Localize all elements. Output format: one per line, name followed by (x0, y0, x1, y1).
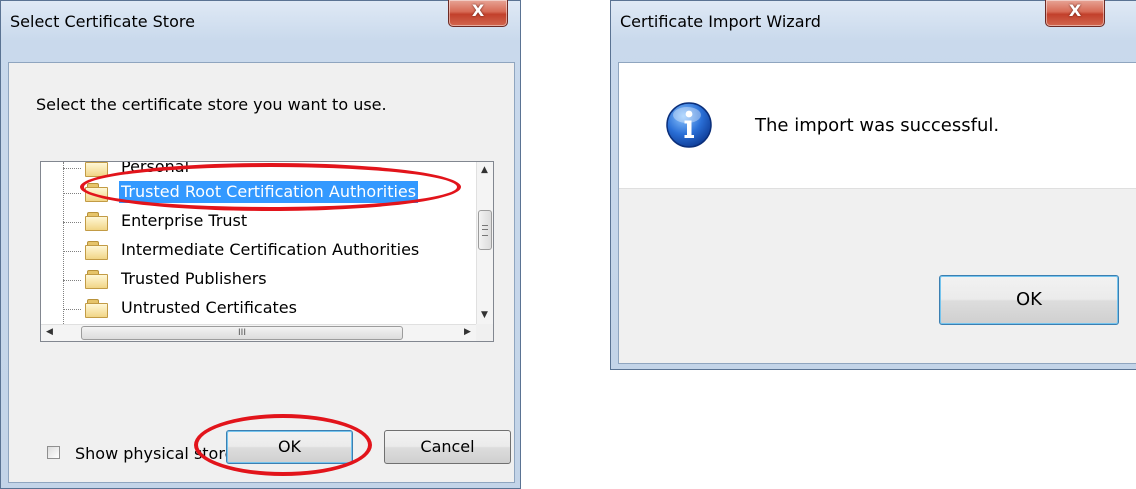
ok-button[interactable]: OK (939, 275, 1119, 325)
ok-highlight-oval (194, 414, 372, 476)
footer-divider (619, 188, 1136, 189)
show-physical-stores-checkbox[interactable] (47, 446, 60, 459)
scroll-corner (476, 324, 493, 341)
tree-connector-line (63, 309, 81, 310)
vertical-scroll-thumb[interactable] (478, 210, 492, 250)
message-area: The import was successful. (619, 63, 1136, 188)
grip-icon (482, 225, 488, 236)
grip-icon: III (238, 328, 246, 338)
certificate-import-wizard-window: Certificate Import Wizard X The import w… (610, 0, 1136, 370)
tree-connector-line (63, 280, 81, 281)
scroll-right-icon[interactable]: ▶ (459, 324, 476, 341)
close-button[interactable]: X (448, 0, 508, 27)
close-icon: X (471, 1, 485, 20)
select-certificate-store-window: Select Certificate Store X Select the ce… (0, 0, 521, 489)
title-bar[interactable]: Select Certificate Store X (1, 0, 520, 39)
success-message: The import was successful. (755, 115, 1000, 136)
close-icon: X (1068, 1, 1082, 20)
scroll-down-icon[interactable]: ▼ (476, 307, 493, 324)
tree-connector-line (63, 193, 81, 194)
folder-icon (85, 212, 109, 231)
scroll-up-icon[interactable]: ▲ (476, 162, 493, 179)
title-bar[interactable]: Certificate Import Wizard X (611, 0, 1136, 39)
prompt-text: Select the certificate store you want to… (36, 95, 387, 114)
window-title: Certificate Import Wizard (620, 12, 821, 31)
tree-item-store[interactable]: Intermediate Certification Authorities (119, 239, 421, 261)
tree-connector-line (63, 162, 64, 324)
folder-icon (85, 241, 109, 260)
horizontal-scroll-thumb[interactable]: III (81, 326, 403, 340)
scroll-left-icon[interactable]: ◀ (41, 324, 58, 341)
tree-item-store[interactable]: Untrusted Certificates (119, 297, 299, 319)
cancel-button[interactable]: Cancel (384, 430, 511, 464)
dialog-body: The import was successful. OK (618, 62, 1136, 364)
folder-icon (85, 299, 109, 318)
vertical-scrollbar[interactable]: ▲ ▼ (476, 162, 493, 324)
tree-connector-line (63, 222, 81, 223)
tree-connector-line (63, 168, 81, 169)
folder-icon (85, 270, 109, 289)
close-button[interactable]: X (1045, 0, 1105, 27)
selection-highlight-oval (80, 163, 461, 211)
window-title: Select Certificate Store (10, 12, 195, 31)
horizontal-scrollbar[interactable]: ◀ III ▶ (41, 324, 476, 341)
tree-item-store[interactable]: Enterprise Trust (119, 210, 249, 232)
tree-connector-line (63, 251, 81, 252)
info-icon (666, 102, 712, 148)
tree-item-store[interactable]: Trusted Publishers (119, 268, 269, 290)
